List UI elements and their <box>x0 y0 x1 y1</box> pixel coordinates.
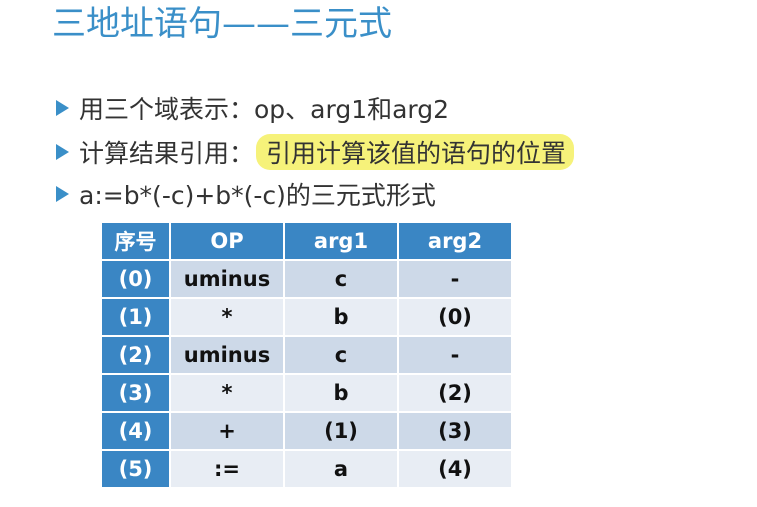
cell-arg1: b <box>283 297 399 337</box>
cell-op: * <box>169 373 285 413</box>
cell-arg2: (2) <box>397 373 513 413</box>
bullet-item: 计算结果引用： 引用计算该值的语句的位置 <box>56 134 575 170</box>
header-arg1: arg1 <box>283 221 399 261</box>
header-op: OP <box>169 221 285 261</box>
row-index: (3) <box>100 373 171 413</box>
triangle-bullet-icon <box>56 186 69 202</box>
header-index: 序号 <box>100 221 171 261</box>
cell-arg2: - <box>397 259 513 299</box>
table-row: (0) uminus c - <box>100 259 513 299</box>
table-row: (4) + (1) (3) <box>100 411 513 451</box>
bullet-item: a:=b*(-c)+b*(-c)的三元式形式 <box>56 176 436 212</box>
cell-arg2: (0) <box>397 297 513 337</box>
cell-arg2: (4) <box>397 449 513 489</box>
slide-title: 三地址语句——三元式 <box>52 4 392 44</box>
cell-arg1: b <box>283 373 399 413</box>
triangle-bullet-icon <box>56 144 69 160</box>
cell-op: * <box>169 297 285 337</box>
cell-op: uminus <box>169 259 285 299</box>
highlighted-text: 引用计算该值的语句的位置 <box>256 134 575 170</box>
table-row: (1) * b (0) <box>100 297 513 337</box>
triple-table: 序号 OP arg1 arg2 (0) uminus c - (1) * b (… <box>100 221 513 489</box>
bullet-item: 用三个域表示：op、arg1和arg2 <box>56 90 449 126</box>
bullet-text: 计算结果引用： <box>79 139 255 168</box>
row-index: (0) <box>100 259 171 299</box>
table-row: (2) uminus c - <box>100 335 513 375</box>
cell-arg1: a <box>283 449 399 489</box>
cell-op: uminus <box>169 335 285 375</box>
row-index: (1) <box>100 297 171 337</box>
row-index: (5) <box>100 449 171 489</box>
row-index: (2) <box>100 335 171 375</box>
cell-op: := <box>169 449 285 489</box>
row-index: (4) <box>100 411 171 451</box>
cell-arg2: (3) <box>397 411 513 451</box>
cell-op: + <box>169 411 285 451</box>
header-arg2: arg2 <box>397 221 513 261</box>
table-header-row: 序号 OP arg1 arg2 <box>100 221 513 261</box>
cell-arg1: (1) <box>283 411 399 451</box>
table-row: (5) := a (4) <box>100 449 513 489</box>
table-row: (3) * b (2) <box>100 373 513 413</box>
cell-arg2: - <box>397 335 513 375</box>
triangle-bullet-icon <box>56 100 69 116</box>
bullet-text: 用三个域表示：op、arg1和arg2 <box>79 95 450 124</box>
cell-arg1: c <box>283 259 399 299</box>
cell-arg1: c <box>283 335 399 375</box>
bullet-text: a:=b*(-c)+b*(-c)的三元式形式 <box>79 181 436 210</box>
